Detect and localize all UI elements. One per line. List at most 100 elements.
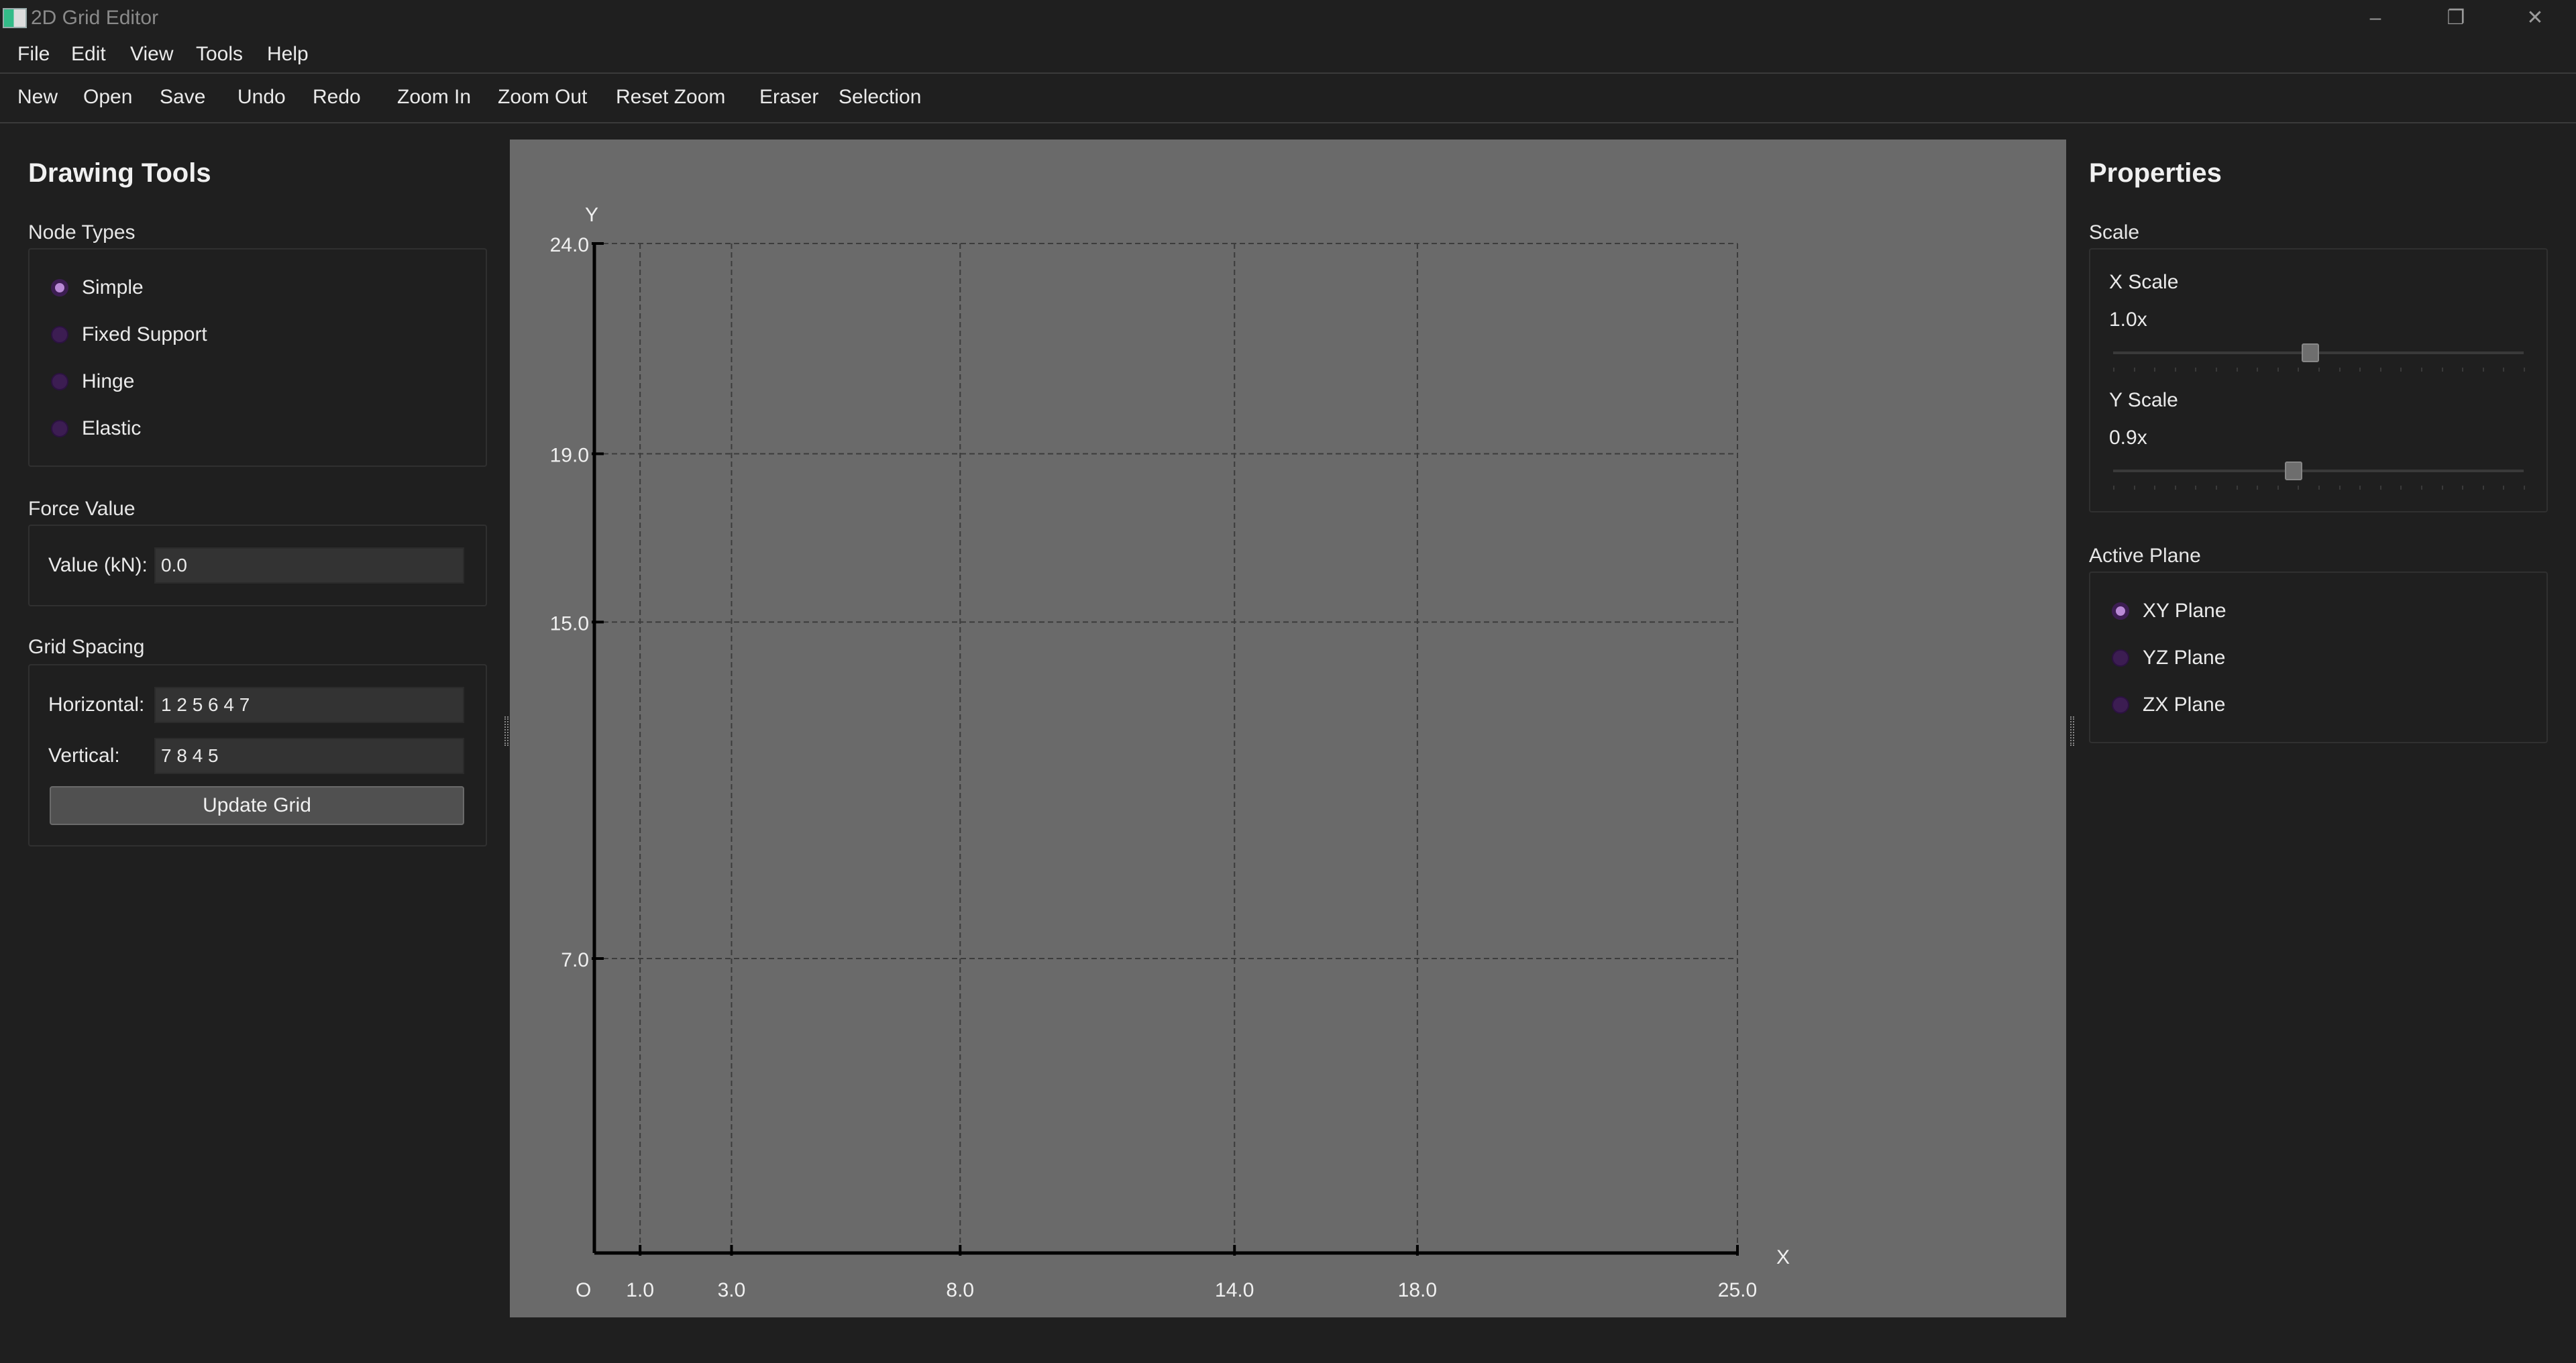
x-tick-label: 25.0 (1718, 1279, 1757, 1301)
slider-tick (2359, 368, 2361, 372)
grid-lines (594, 243, 1738, 1253)
slider-tick (2154, 486, 2156, 490)
slider-tick (2216, 486, 2217, 490)
node-hinge-radio[interactable] (51, 373, 68, 390)
open-button[interactable]: Open (83, 86, 132, 109)
grid-chart: 1.0 3.0 8.0 14.0 18.0 25.0 7.015.019.024.0 O … (550, 204, 1790, 1301)
slider-tick (2379, 486, 2381, 490)
slider-tick (2174, 368, 2176, 372)
x-scale-label: X Scale (2109, 271, 2179, 293)
slider-tick (2298, 368, 2300, 372)
slider-tick (2154, 368, 2156, 372)
horizontal-spacing-label: Horizontal: (48, 694, 145, 716)
origin-label: O (576, 1279, 591, 1301)
x-axis-label: X (1776, 1246, 1790, 1268)
plane-yz-radio[interactable] (2112, 649, 2129, 667)
drawing-tools-title: Drawing Tools (28, 158, 211, 188)
slider-tick (2257, 368, 2259, 372)
slider-tick (2216, 368, 2217, 372)
y-scale-slider-track[interactable] (2113, 470, 2524, 472)
slider-tick (2318, 486, 2320, 490)
save-button[interactable]: Save (160, 86, 205, 109)
node-hinge-label[interactable]: Hinge (82, 370, 134, 393)
slider-tick (2400, 486, 2402, 490)
slider-tick (2339, 368, 2341, 372)
window-title: 2D Grid Editor (31, 7, 159, 29)
x-tick-label: 1.0 (626, 1279, 654, 1301)
y-tick-label: 24.0 (550, 234, 589, 256)
new-button[interactable]: New (17, 86, 58, 109)
slider-tick (2441, 368, 2443, 372)
slider-tick (2400, 368, 2402, 372)
x-tick-label: 3.0 (718, 1279, 746, 1301)
force-value-input[interactable] (154, 547, 464, 584)
title-bar: 2D Grid Editor – ❐ ✕ (0, 0, 2576, 38)
menu-view[interactable]: View (130, 43, 173, 66)
x-scale-slider-ticks (2113, 368, 2525, 372)
slider-tick (2236, 368, 2238, 372)
slider-tick (2298, 486, 2300, 490)
zoom-out-button[interactable]: Zoom Out (498, 86, 587, 109)
scale-label: Scale (2089, 221, 2140, 243)
plane-xy-label[interactable]: XY Plane (2143, 600, 2226, 622)
y-tick-label: 7.0 (561, 949, 589, 971)
slider-tick (2379, 368, 2381, 372)
slider-tick (2257, 486, 2259, 490)
y-axis-label: Y (585, 204, 598, 226)
slider-tick (2277, 486, 2279, 490)
menu-bar: File Edit View Tools Help (0, 38, 2576, 74)
grid-canvas[interactable]: 1.0 3.0 8.0 14.0 18.0 25.0 7.0 15.0 19.0 24.0 O … (510, 140, 2066, 1317)
node-types-label: Node Types (28, 221, 136, 243)
slider-tick (2462, 368, 2464, 372)
app-icon (3, 8, 27, 28)
eraser-button[interactable]: Eraser (759, 86, 818, 109)
node-fixed-support-label[interactable]: Fixed Support (82, 323, 207, 346)
node-simple-label[interactable]: Simple (82, 276, 144, 299)
x-scale-slider-handle[interactable] (2301, 343, 2319, 362)
y-scale-slider-handle[interactable] (2285, 461, 2303, 480)
plane-yz-label[interactable]: YZ Plane (2143, 647, 2225, 669)
slider-tick (2174, 486, 2176, 490)
zoom-in-button[interactable]: Zoom In (397, 86, 471, 109)
node-simple-radio[interactable] (51, 279, 68, 296)
plane-xy-radio[interactable] (2112, 602, 2129, 620)
update-grid-button[interactable]: Update Grid (50, 786, 464, 825)
properties-title: Properties (2089, 158, 2222, 188)
undo-button[interactable]: Undo (237, 86, 286, 109)
menu-edit[interactable]: Edit (71, 43, 106, 66)
node-elastic-radio[interactable] (51, 420, 68, 437)
close-icon[interactable]: ✕ (2498, 0, 2572, 38)
redo-button[interactable]: Redo (313, 86, 361, 109)
slider-tick (2133, 486, 2135, 490)
active-plane-label: Active Plane (2089, 545, 2201, 567)
plane-zx-radio[interactable] (2112, 696, 2129, 714)
slider-tick (2524, 486, 2525, 490)
vertical-spacing-input[interactable] (154, 738, 464, 774)
slider-tick (2113, 486, 2114, 490)
slider-tick (2503, 486, 2505, 490)
minimize-icon[interactable]: – (2339, 0, 2412, 38)
x-scale-value: 1.0x (2109, 309, 2147, 331)
right-splitter-handle[interactable] (2070, 716, 2074, 746)
left-splitter-handle[interactable] (504, 716, 508, 746)
node-elastic-label[interactable]: Elastic (82, 417, 141, 440)
horizontal-spacing-input[interactable] (154, 687, 464, 723)
grid-spacing-label: Grid Spacing (28, 636, 145, 658)
slider-tick (2524, 368, 2525, 372)
x-tick-label: 18.0 (1398, 1279, 1437, 1301)
node-fixed-support-radio[interactable] (51, 326, 68, 343)
y-scale-slider-ticks (2113, 486, 2525, 490)
slider-tick (2441, 486, 2443, 490)
slider-tick (2503, 368, 2505, 372)
slider-tick (2195, 368, 2197, 372)
menu-tools[interactable]: Tools (196, 43, 243, 66)
reset-zoom-button[interactable]: Reset Zoom (616, 86, 725, 109)
slider-tick (2482, 486, 2484, 490)
selection-button[interactable]: Selection (839, 86, 921, 109)
x-tick-label: 8.0 (946, 1279, 974, 1301)
plane-zx-label[interactable]: ZX Plane (2143, 694, 2225, 716)
menu-file[interactable]: File (17, 43, 50, 66)
slider-tick (2195, 486, 2197, 490)
menu-help[interactable]: Help (267, 43, 309, 66)
maximize-icon[interactable]: ❐ (2419, 0, 2493, 38)
